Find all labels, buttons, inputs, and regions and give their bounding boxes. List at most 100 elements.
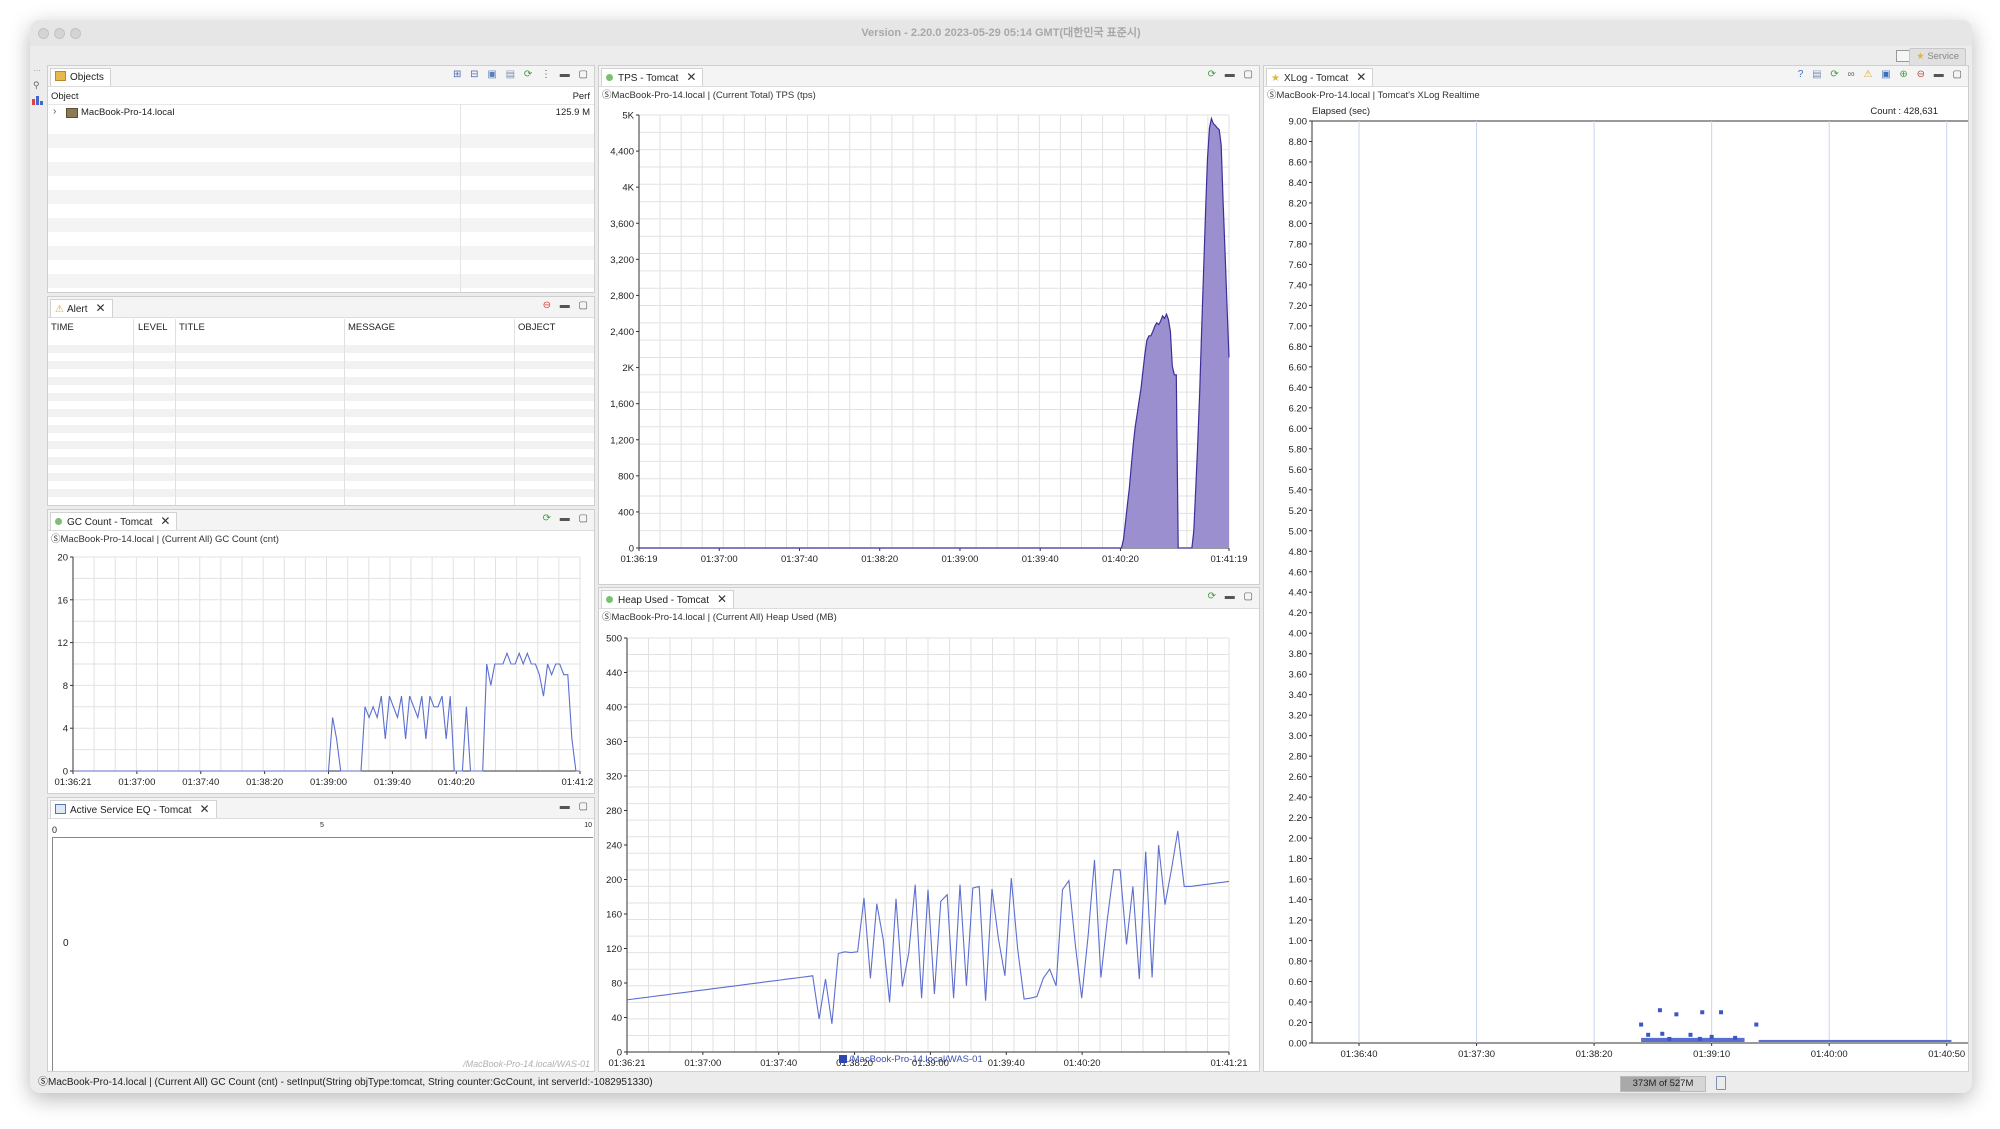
tab-heap-used[interactable]: Heap Used - Tomcat ✕: [601, 590, 735, 608]
active-service-icon: [55, 804, 66, 814]
maximize-icon[interactable]: ▢: [579, 513, 588, 524]
minimize-icon[interactable]: ▬: [560, 513, 570, 524]
server-icon[interactable]: ▣: [487, 69, 496, 80]
xlog-dense-band: [1758, 1039, 1952, 1042]
column-perf[interactable]: Perf: [573, 91, 590, 102]
close-window-button[interactable]: [38, 28, 49, 39]
y-tick-label: 0: [63, 767, 68, 778]
tab-tps[interactable]: TPS - Tomcat ✕: [601, 68, 704, 86]
heap-status[interactable]: 373M of 527M: [1620, 1076, 1706, 1092]
y-tick-label: 6.60: [1289, 362, 1308, 373]
minimize-icon[interactable]: ▬: [560, 801, 570, 812]
column-object[interactable]: OBJECT: [518, 322, 555, 333]
tab-objects[interactable]: Objects: [50, 68, 111, 86]
clear-alerts-icon[interactable]: ⊖: [543, 300, 551, 311]
column-time[interactable]: TIME: [51, 322, 74, 333]
x-tick-label: 01:38:20: [1576, 1049, 1613, 1060]
y-tick-label: 1.80: [1289, 854, 1308, 865]
close-icon[interactable]: ✕: [96, 301, 106, 315]
minimize-window-button[interactable]: [54, 28, 65, 39]
link-icon[interactable]: ∞: [1848, 69, 1855, 80]
y-tick-label: 5.20: [1289, 506, 1308, 517]
tab-xlog[interactable]: ★ XLog - Tomcat ✕: [1266, 68, 1374, 86]
more-menu-icon[interactable]: ⋮: [541, 69, 551, 80]
chart-bar-icon[interactable]: [32, 96, 43, 105]
x-tick-label: 01:37:00: [684, 1058, 721, 1069]
y-tick-label: 8.20: [1289, 198, 1308, 209]
column-title[interactable]: TITLE: [179, 322, 205, 333]
minimize-icon[interactable]: ▬: [1225, 69, 1235, 80]
save-icon[interactable]: ▣: [1881, 69, 1890, 80]
scale-min: 0: [52, 825, 58, 835]
zoom-window-button[interactable]: [70, 28, 81, 39]
close-icon[interactable]: ✕: [1356, 70, 1366, 84]
tab-gc-count[interactable]: GC Count - Tomcat ✕: [50, 512, 178, 530]
y-tick-label: 1.20: [1289, 916, 1308, 927]
maximize-icon[interactable]: ▢: [1244, 69, 1253, 80]
open-perspective-icon[interactable]: [1896, 50, 1910, 62]
close-icon[interactable]: ✕: [200, 802, 210, 816]
scale-max: 10: [584, 822, 592, 829]
x-tick-label: 01:39:40: [988, 1058, 1025, 1069]
warning-icon[interactable]: ⚠: [1863, 69, 1872, 80]
column-level[interactable]: LEVEL: [138, 322, 168, 333]
x-tick-label: 01:41:19: [1211, 554, 1248, 565]
maximize-icon[interactable]: ▢: [579, 801, 588, 812]
maximize-icon[interactable]: ▢: [1244, 591, 1253, 602]
close-icon[interactable]: ✕: [160, 514, 170, 528]
scale-mid: 5: [320, 822, 324, 829]
tps-tab-label: TPS - Tomcat: [618, 73, 679, 84]
minimize-icon[interactable]: ▬: [560, 69, 570, 80]
gc-tab-label: GC Count - Tomcat: [67, 517, 153, 528]
expand-arrow-icon[interactable]: ›: [53, 106, 56, 117]
x-tick-label: 01:37:40: [182, 777, 219, 788]
close-icon[interactable]: ✕: [686, 70, 696, 84]
gc-trash-icon[interactable]: [1716, 1076, 1726, 1090]
refresh-icon[interactable]: ⟳: [543, 513, 551, 524]
x-tick-label: 01:36:19: [621, 554, 658, 565]
y-tick-label: 2.80: [1289, 752, 1308, 763]
column-object[interactable]: Object: [51, 91, 78, 102]
refresh-icon[interactable]: ⟳: [1208, 69, 1216, 80]
tab-alert[interactable]: ⚠ Alert ✕: [50, 299, 113, 317]
service-perspective-button[interactable]: ★ Service: [1909, 48, 1966, 66]
xlog-toolbar: ? ▤ ⟳ ∞ ⚠ ▣ ⊕ ⊖ ▬ ▢: [1792, 69, 1962, 83]
y-tick-label: 4.80: [1289, 547, 1308, 558]
active-value: 0: [63, 938, 69, 949]
refresh-icon[interactable]: ⟳: [524, 69, 532, 80]
collapse-all-icon[interactable]: ⊟: [470, 69, 478, 80]
x-tick-label: 01:39:10: [1693, 1049, 1730, 1060]
xlog-panel: ★ XLog - Tomcat ✕ ? ▤ ⟳ ∞ ⚠ ▣ ⊕ ⊖ ▬ ▢ ⓈMac…: [1263, 65, 1969, 1072]
objects-icon: [55, 71, 66, 81]
y-tick-label: 160: [606, 910, 622, 921]
column-message[interactable]: MESSAGE: [348, 322, 395, 333]
y-tick-label: 1.40: [1289, 895, 1308, 906]
refresh-icon[interactable]: ⟳: [1208, 591, 1216, 602]
minimize-icon[interactable]: ▬: [1225, 591, 1235, 602]
close-icon[interactable]: ✕: [717, 592, 727, 606]
x-tick-label: 01:36:40: [1341, 1049, 1378, 1060]
zoom-in-icon[interactable]: ⊕: [1899, 69, 1907, 80]
tab-active-service[interactable]: Active Service EQ - Tomcat ✕: [50, 800, 217, 818]
filter-icon[interactable]: ▤: [506, 69, 515, 80]
xlog-point: [1688, 1032, 1693, 1037]
minimize-icon[interactable]: ▬: [1934, 69, 1944, 80]
refresh-icon[interactable]: ⟳: [1830, 69, 1838, 80]
zoom-out-icon[interactable]: ⊖: [1917, 69, 1925, 80]
maximize-icon[interactable]: ▢: [579, 69, 588, 80]
minimize-icon[interactable]: ▬: [560, 300, 570, 311]
x-tick-label: 01:38:20: [861, 554, 898, 565]
x-tick-label: 01:39:40: [1022, 554, 1059, 565]
filter-icon[interactable]: ▤: [1812, 69, 1821, 80]
maximize-icon[interactable]: ▢: [579, 300, 588, 311]
counter-icon: [606, 74, 613, 81]
y-tick-label: 0.60: [1289, 977, 1308, 988]
expand-all-icon[interactable]: ⊞: [453, 69, 461, 80]
maximize-icon[interactable]: ▢: [1953, 69, 1962, 80]
link-icon[interactable]: ⚲: [33, 80, 40, 91]
heap-legend: /MacBook-Pro-14.local/WAS-01: [839, 1054, 983, 1065]
gc-count-panel: GC Count - Tomcat ✕ ⟳ ▬ ▢ ⓈMacBook-Pro-14…: [47, 509, 595, 794]
objects-row[interactable]: › MacBook-Pro-14.local 125.9 M: [48, 104, 594, 120]
help-icon[interactable]: ?: [1798, 69, 1804, 80]
x-tick-label: 01:37:00: [118, 777, 155, 788]
